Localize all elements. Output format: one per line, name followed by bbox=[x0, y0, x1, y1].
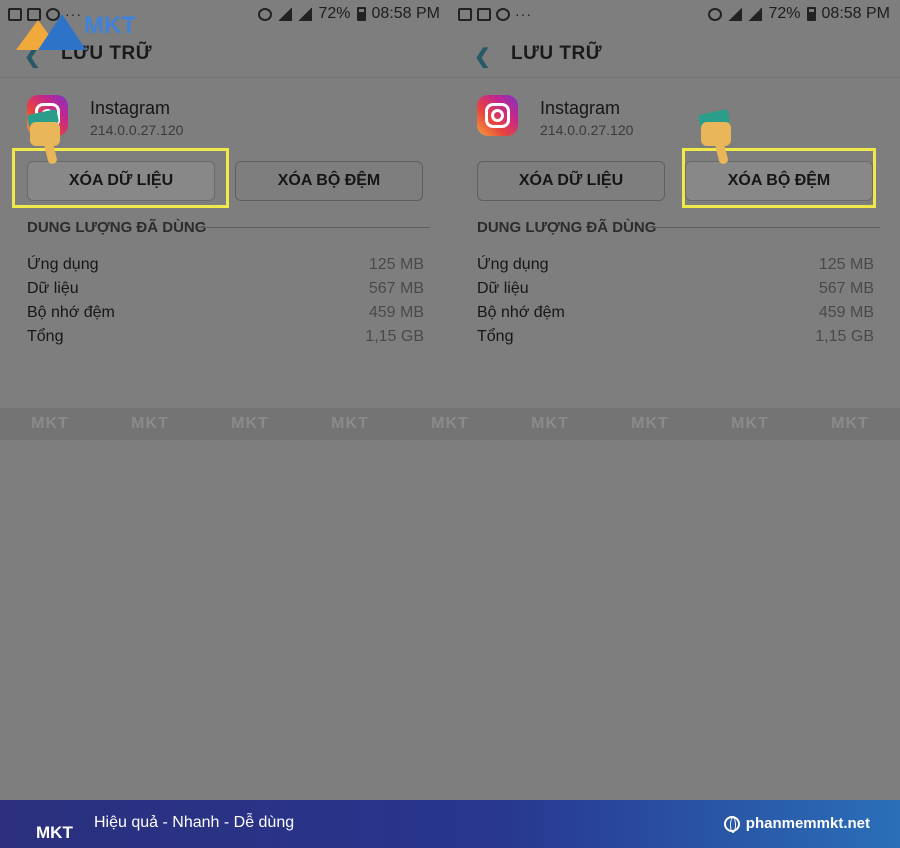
wifi-icon bbox=[278, 7, 293, 21]
clear-data-button[interactable]: XÓA DỮ LIỆU bbox=[477, 161, 665, 201]
watermark: MKT bbox=[831, 415, 869, 432]
usage-list: Ứng dụng 125 MB Dữ liệu 567 MB Bộ nhớ đệm 4… bbox=[477, 255, 874, 351]
status-bar: ··· 72% 08:58 PM bbox=[450, 0, 900, 30]
watermark: MKT bbox=[231, 415, 269, 432]
usage-value: 1,15 GB bbox=[815, 328, 874, 345]
battery-icon bbox=[356, 7, 366, 21]
usage-row: Bộ nhớ đệm 459 MB bbox=[27, 303, 424, 327]
watermark: MKT bbox=[531, 415, 569, 432]
battery-percent: 72% bbox=[768, 5, 801, 22]
website-text: phanmemmkt.net bbox=[745, 815, 870, 832]
usage-value: 567 MB bbox=[368, 280, 424, 297]
left-screen: ··· 72% 08:58 PM ❮ LƯU TRỮ Instagram 214… bbox=[0, 0, 450, 800]
signal-icon bbox=[298, 7, 313, 21]
usage-section-title: DUNG LƯỢNG ĐÃ DÙNG bbox=[27, 219, 207, 236]
usage-row: Dữ liệu 567 MB bbox=[477, 279, 874, 303]
usage-label: Ứng dụng bbox=[477, 256, 549, 273]
usage-value: 125 MB bbox=[368, 256, 424, 273]
globe-icon bbox=[723, 815, 740, 833]
alarm-icon bbox=[708, 7, 723, 21]
usage-value: 459 MB bbox=[368, 304, 424, 321]
app-name: Instagram bbox=[540, 98, 621, 118]
pointing-hand-icon bbox=[24, 109, 68, 168]
usage-label: Tổng bbox=[477, 328, 514, 345]
divider bbox=[198, 227, 430, 228]
car-icon bbox=[477, 7, 491, 21]
clock: 08:58 PM bbox=[821, 5, 890, 22]
signal-icon bbox=[748, 7, 763, 21]
usage-label: Tổng bbox=[27, 328, 64, 345]
watermark: MKT bbox=[31, 415, 69, 432]
wifi-icon bbox=[728, 7, 743, 21]
app-version: 214.0.0.27.120 bbox=[540, 122, 634, 138]
logo-text: MKT bbox=[84, 12, 136, 39]
usage-label: Bộ nhớ đệm bbox=[477, 304, 565, 321]
mkt-logo: MKT bbox=[16, 12, 136, 50]
instagram-icon bbox=[477, 95, 518, 136]
watermark: MKT bbox=[131, 415, 169, 432]
usage-label: Bộ nhớ đệm bbox=[27, 304, 115, 321]
footer-logo-text: MKT bbox=[36, 823, 73, 842]
usage-value: 125 MB bbox=[818, 256, 874, 273]
usage-label: Dữ liệu bbox=[477, 280, 529, 297]
logo-mountain-icon bbox=[16, 14, 88, 50]
divider bbox=[648, 227, 880, 228]
gallery-icon bbox=[458, 7, 472, 21]
viber-icon bbox=[496, 7, 510, 21]
toolbar: ❮ LƯU TRỮ bbox=[450, 30, 900, 78]
usage-row: Ứng dụng 125 MB bbox=[27, 255, 424, 279]
clear-cache-button[interactable]: XÓA BỘ ĐỆM bbox=[235, 161, 423, 201]
right-screen: ··· 72% 08:58 PM ❮ LƯU TRỮ Instagram 214… bbox=[450, 0, 900, 800]
page-title: LƯU TRỮ bbox=[511, 43, 602, 64]
watermark: MKT bbox=[331, 415, 369, 432]
usage-list: Ứng dụng 125 MB Dữ liệu 567 MB Bộ nhớ đệm 4… bbox=[27, 255, 424, 351]
back-arrow-icon[interactable]: ❮ bbox=[474, 44, 491, 69]
usage-label: Ứng dụng bbox=[27, 256, 99, 273]
alarm-icon bbox=[258, 7, 273, 21]
website-link[interactable]: phanmemmkt.net bbox=[723, 815, 870, 833]
usage-value: 1,15 GB bbox=[365, 328, 424, 345]
usage-value: 567 MB bbox=[818, 280, 874, 297]
usage-row: Bộ nhớ đệm 459 MB bbox=[477, 303, 874, 327]
watermark: MKT bbox=[731, 415, 769, 432]
usage-row: Ứng dụng 125 MB bbox=[477, 255, 874, 279]
watermark: MKT bbox=[631, 415, 669, 432]
footer-banner: MKT Hiệu quả - Nhanh - Dễ dùng phanmemmk… bbox=[0, 800, 900, 848]
usage-row: Tổng 1,15 GB bbox=[27, 327, 424, 351]
app-version: 214.0.0.27.120 bbox=[90, 122, 184, 138]
app-name: Instagram bbox=[90, 98, 171, 118]
battery-icon bbox=[806, 7, 816, 21]
usage-section-title: DUNG LƯỢNG ĐÃ DÙNG bbox=[477, 219, 657, 236]
watermark: MKT bbox=[431, 415, 469, 432]
battery-percent: 72% bbox=[318, 5, 351, 22]
clock: 08:58 PM bbox=[371, 5, 440, 22]
usage-value: 459 MB bbox=[818, 304, 874, 321]
usage-row: Dữ liệu 567 MB bbox=[27, 279, 424, 303]
footer-logo: MKT bbox=[34, 805, 80, 843]
more-notifications: ··· bbox=[515, 6, 532, 22]
watermark-band: MKT MKT MKT MKT MKT MKT MKT MKT MKT bbox=[0, 408, 900, 440]
pointing-hand-icon bbox=[695, 109, 739, 168]
usage-row: Tổng 1,15 GB bbox=[477, 327, 874, 351]
slogan: Hiệu quả - Nhanh - Dễ dùng bbox=[94, 814, 295, 831]
usage-label: Dữ liệu bbox=[27, 280, 79, 297]
